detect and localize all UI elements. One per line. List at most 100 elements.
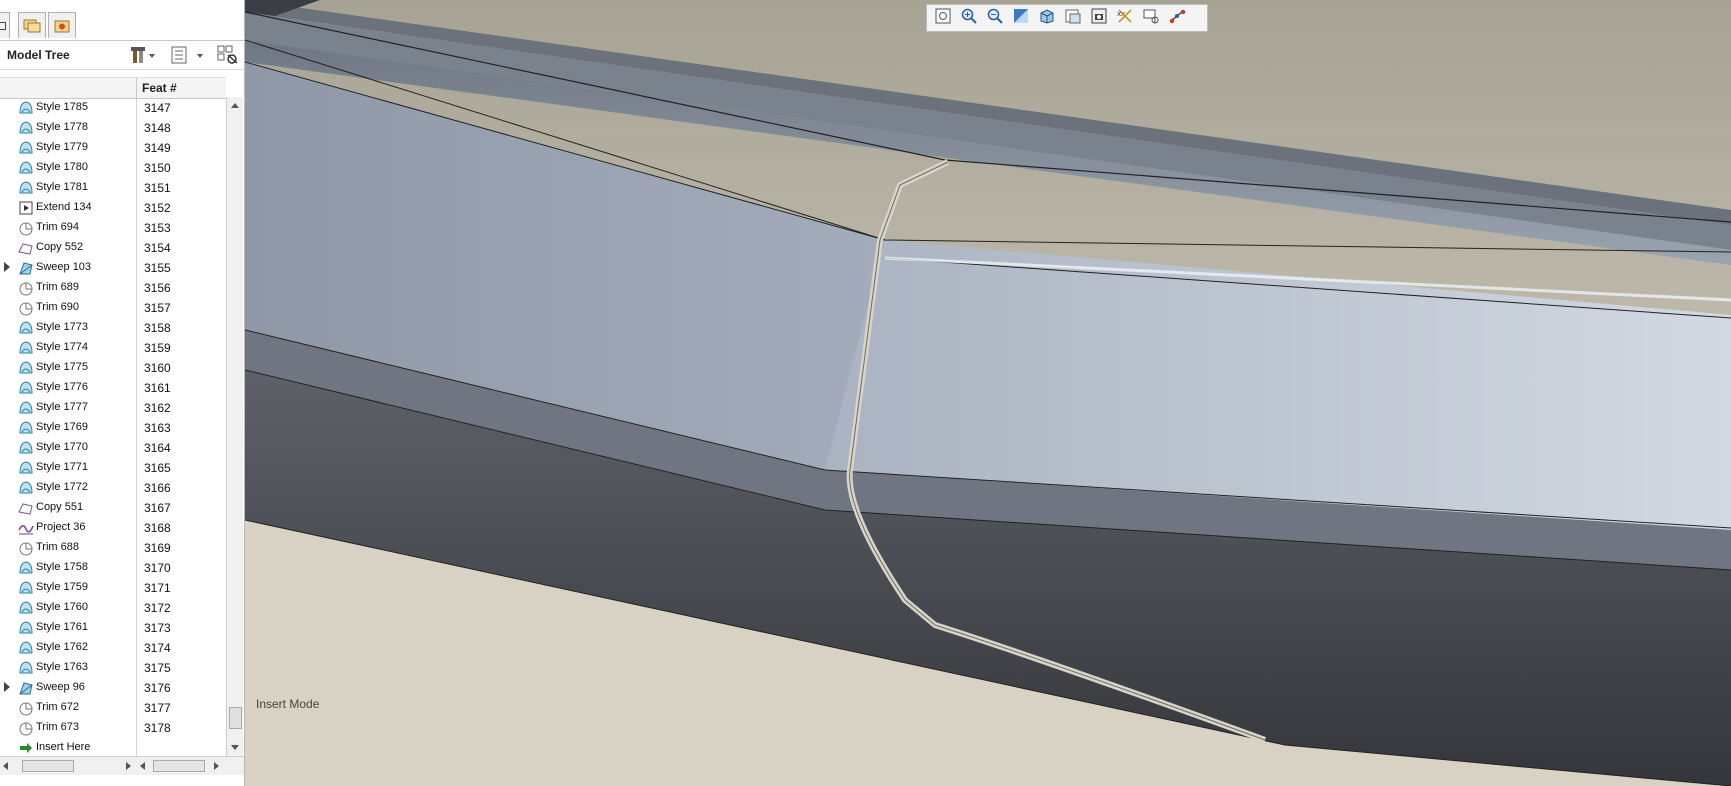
tree-row[interactable]: Style 1773 3158 xyxy=(0,318,226,338)
style-icon xyxy=(18,420,34,436)
tree-row[interactable]: Trim 688 3169 xyxy=(0,538,226,558)
feature-name: Style 1763 xyxy=(36,661,88,673)
tree-row[interactable]: Style 1769 3163 xyxy=(0,418,226,438)
filter-button[interactable] xyxy=(216,45,240,65)
zoom-out-icon xyxy=(986,7,1004,29)
saved-views-button[interactable] xyxy=(1060,6,1086,30)
tree-row[interactable]: Style 1774 3159 xyxy=(0,338,226,358)
tree-row[interactable]: Style 1761 3173 xyxy=(0,618,226,638)
tree-vertical-scrollbar[interactable] xyxy=(226,97,243,757)
datum-display-button[interactable] xyxy=(1138,6,1164,30)
tree-row[interactable]: Trim 690 3157 xyxy=(0,298,226,318)
tree-row[interactable]: Style 1770 3164 xyxy=(0,438,226,458)
tree-row[interactable]: Trim 689 3156 xyxy=(0,278,226,298)
style-icon xyxy=(18,640,34,656)
tree-row[interactable]: Style 1759 3171 xyxy=(0,578,226,598)
scroll-down-button[interactable] xyxy=(227,740,243,756)
tree-row[interactable]: Style 1779 3149 xyxy=(0,138,226,158)
style-icon xyxy=(18,120,34,136)
feature-name: Trim 688 xyxy=(36,541,79,553)
feature-number: 3161 xyxy=(144,381,171,395)
feat-number-column[interactable]: Feat # xyxy=(142,81,177,95)
annotation-display-icon: xx xyxy=(1116,7,1134,29)
tree-row[interactable]: Style 1772 3166 xyxy=(0,478,226,498)
style-icon xyxy=(18,380,34,396)
tree-row[interactable]: Copy 551 3167 xyxy=(0,498,226,518)
spin-center-button[interactable] xyxy=(1164,6,1190,30)
zoom-in-icon xyxy=(960,7,978,29)
feat-column-scrollbar[interactable] xyxy=(137,758,223,773)
tree-row[interactable]: Style 1762 3174 xyxy=(0,638,226,658)
style-icon xyxy=(18,660,34,676)
tree-row[interactable]: Style 1777 3162 xyxy=(0,398,226,418)
tab-folder-browser[interactable] xyxy=(18,12,46,38)
feature-name: Trim 689 xyxy=(36,281,79,293)
feature-number: 3175 xyxy=(144,661,171,675)
tree-row[interactable]: Trim 673 3178 xyxy=(0,718,226,738)
scroll-thumb[interactable] xyxy=(229,707,242,729)
tree-row[interactable]: Sweep 96 3176 xyxy=(0,678,226,698)
feature-number: 3176 xyxy=(144,681,171,695)
name-scroll-thumb[interactable] xyxy=(22,760,74,772)
tree-row[interactable]: Insert Here xyxy=(0,738,226,756)
style-icon xyxy=(18,460,34,476)
repaint-icon xyxy=(1012,7,1030,29)
tree-row[interactable]: Copy 552 3154 xyxy=(0,238,226,258)
name-column-scrollbar[interactable] xyxy=(0,758,134,773)
feature-number: 3173 xyxy=(144,621,171,635)
tree-row[interactable]: Style 1785 3147 xyxy=(0,98,226,118)
feature-name: Style 1775 xyxy=(36,361,88,373)
tree-row[interactable]: Sweep 103 3155 xyxy=(0,258,226,278)
tree-row[interactable]: Style 1775 3160 xyxy=(0,358,226,378)
zoom-in-button[interactable] xyxy=(956,6,982,30)
style-icon xyxy=(18,480,34,496)
graphics-viewport[interactable]: xx Insert Mode xyxy=(245,0,1731,786)
feat-scroll-thumb[interactable] xyxy=(153,760,205,772)
feature-name: Style 1778 xyxy=(36,121,88,133)
folders-icon xyxy=(23,19,41,32)
project-icon xyxy=(18,520,34,536)
display-style-button[interactable] xyxy=(1034,6,1060,30)
expand-arrow-icon[interactable] xyxy=(4,682,10,692)
tree-row[interactable]: Trim 672 3177 xyxy=(0,698,226,718)
settings-button[interactable] xyxy=(130,45,156,65)
layers-button[interactable] xyxy=(1086,6,1112,30)
model-surface-render[interactable] xyxy=(245,0,1731,786)
repaint-button[interactable] xyxy=(1008,6,1034,30)
tab-model-tree[interactable] xyxy=(0,12,10,38)
feature-name: Project 36 xyxy=(36,521,86,533)
feature-number: 3171 xyxy=(144,581,171,595)
feature-name: Trim 690 xyxy=(36,301,79,313)
tree-row[interactable]: Style 1771 3165 xyxy=(0,458,226,478)
feature-name: Style 1762 xyxy=(36,641,88,653)
refit-button[interactable] xyxy=(930,6,956,30)
tree-row[interactable]: Style 1758 3170 xyxy=(0,558,226,578)
tree-row[interactable]: Style 1778 3148 xyxy=(0,118,226,138)
zoom-out-button[interactable] xyxy=(982,6,1008,30)
tree-row[interactable]: Project 36 3168 xyxy=(0,518,226,538)
feature-name: Style 1777 xyxy=(36,401,88,413)
tree-row[interactable]: Style 1781 3151 xyxy=(0,178,226,198)
model-tree-list: Style 1785 3147 Style 1778 3148 Style 1779 31… xyxy=(0,98,226,756)
expand-arrow-icon[interactable] xyxy=(4,262,10,272)
feature-name: Style 1780 xyxy=(36,161,88,173)
trim-icon xyxy=(18,220,34,236)
feature-number: 3156 xyxy=(144,281,171,295)
annotation-display-button[interactable]: xx xyxy=(1112,6,1138,30)
style-icon xyxy=(18,620,34,636)
model-tree-tab-icon xyxy=(0,21,6,30)
tree-row[interactable]: Style 1776 3161 xyxy=(0,378,226,398)
feature-number: 3149 xyxy=(144,141,171,155)
feature-name: Style 1779 xyxy=(36,141,88,153)
feature-number: 3153 xyxy=(144,221,171,235)
show-button[interactable] xyxy=(170,45,206,65)
tree-row[interactable]: Style 1780 3150 xyxy=(0,158,226,178)
trim-icon xyxy=(18,300,34,316)
tree-row[interactable]: Style 1763 3175 xyxy=(0,658,226,678)
scroll-up-button[interactable] xyxy=(227,97,243,113)
tree-row[interactable]: Extend 134 3152 xyxy=(0,198,226,218)
feature-name: Sweep 96 xyxy=(36,681,85,693)
tree-row[interactable]: Trim 694 3153 xyxy=(0,218,226,238)
tab-favorites[interactable] xyxy=(48,12,76,38)
tree-row[interactable]: Style 1760 3172 xyxy=(0,598,226,618)
